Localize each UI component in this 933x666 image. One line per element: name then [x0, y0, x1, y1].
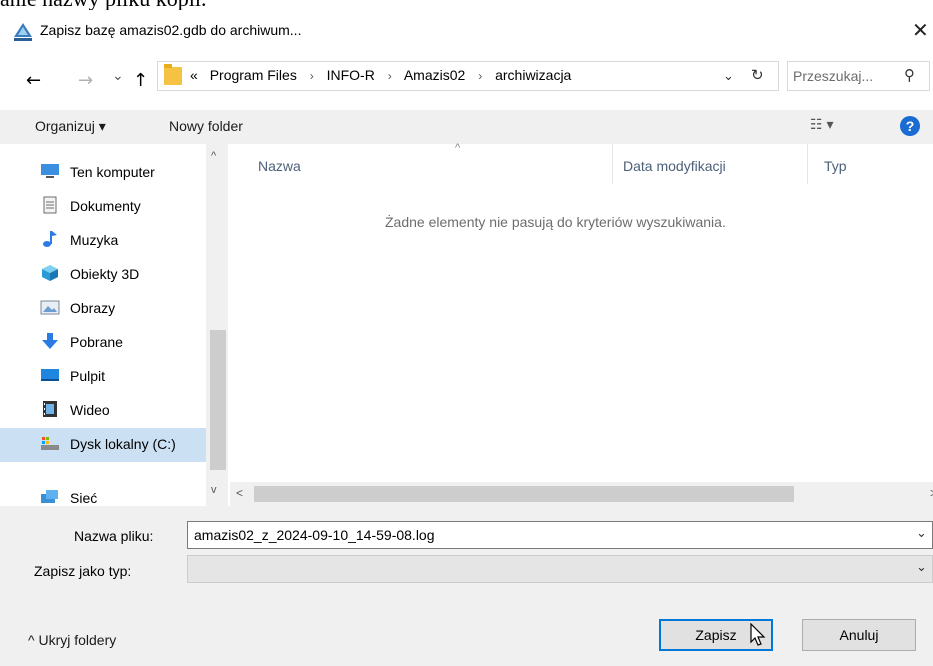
computer-icon [41, 164, 59, 178]
sidebar-item-label: Pobrane [70, 334, 123, 350]
scroll-up-icon[interactable]: ^ [211, 150, 216, 162]
breadcrumb-overflow[interactable]: « [190, 67, 198, 83]
desktop-icon [41, 369, 59, 381]
breadcrumb-amazis02[interactable]: Amazis02 [404, 67, 465, 83]
sidebar-item-desktop[interactable]: Pulpit [40, 360, 215, 394]
downloads-icon [42, 333, 58, 349]
filename-value[interactable]: amazis02_z_2024-09-10_14-59-08.log [194, 527, 435, 543]
cancel-button[interactable]: Anuluj [802, 619, 916, 651]
navigation-pane: Ten komputer Dokumenty Muzyka Obiekty 3D… [0, 144, 230, 516]
pictures-icon [40, 300, 60, 315]
column-divider[interactable] [807, 144, 808, 184]
column-header-type[interactable]: Typ [824, 158, 847, 174]
navigation-scrollbar[interactable]: ^ v [206, 144, 228, 516]
empty-list-message: Żadne elementy nie pasują do kryteriów w… [385, 214, 726, 230]
document-text-fragment: anie nazwy pliku kopii. [0, 0, 207, 11]
breadcrumb-info-r[interactable]: INFO-R [327, 67, 375, 83]
network-icon [41, 490, 58, 503]
mouse-pointer-icon [750, 623, 766, 646]
sidebar-item-this-pc[interactable]: Ten komputer [40, 156, 215, 190]
save-as-type-select[interactable]: ⌄ [187, 555, 933, 583]
chevron-down-icon[interactable]: ⌄ [916, 525, 927, 541]
toolbar: Organizuj ▾ Nowy folder ☷ ▾ ? [0, 110, 933, 144]
column-header-date[interactable]: Data modyfikacji [623, 158, 726, 174]
search-icon[interactable]: ⚲ [904, 66, 915, 84]
sidebar-item-pictures[interactable]: Obrazy [40, 292, 215, 326]
folder-icon [164, 64, 182, 85]
sidebar-item-label: Ten komputer [70, 164, 155, 180]
title-bar: Zapisz bazę amazis02.gdb do archiwum... … [0, 10, 933, 48]
recent-locations-icon[interactable]: ⌄ [112, 68, 124, 84]
file-list: ^ Nazwa Data modyfikacji Typ Żadne eleme… [230, 142, 933, 482]
sidebar-item-music[interactable]: Muzyka [40, 224, 215, 258]
close-icon[interactable]: ✕ [912, 18, 929, 42]
amazis-app-icon [14, 23, 32, 41]
sidebar-item-label: Muzyka [70, 232, 119, 248]
sidebar-item-label: Pulpit [70, 368, 106, 384]
hide-folders-button[interactable]: ^ Ukryj foldery [28, 632, 116, 648]
breadcrumb-program-files[interactable]: Program Files [210, 67, 297, 83]
back-icon[interactable]: ← [26, 70, 41, 91]
documents-icon [43, 196, 57, 214]
scrollbar-thumb[interactable] [254, 486, 794, 502]
drive-icon [41, 437, 59, 450]
chevron-down-icon[interactable]: ⌄ [916, 559, 927, 575]
sidebar-item-video[interactable]: Wideo [40, 394, 215, 428]
sidebar-item-downloads[interactable]: Pobrane [40, 326, 215, 360]
scroll-down-icon[interactable]: v [211, 484, 217, 496]
view-options-icon[interactable]: ☷ ▾ [810, 116, 833, 133]
sidebar-item-local-disk[interactable]: Dysk lokalny (C:) [0, 428, 206, 462]
sidebar-item-label: Dokumenty [70, 198, 141, 214]
sidebar-item-3d-objects[interactable]: Obiekty 3D [40, 258, 215, 292]
help-icon[interactable]: ? [900, 116, 920, 136]
refresh-icon[interactable]: ↻ [751, 66, 764, 84]
up-folder-icon[interactable]: ↑ [133, 70, 148, 91]
sort-ascending-icon: ^ [455, 142, 461, 154]
breadcrumb-archiwizacja[interactable]: archiwizacja [495, 67, 571, 83]
filename-field[interactable]: amazis02_z_2024-09-10_14-59-08.log ⌄ [187, 521, 933, 549]
save-dialog: Zapisz bazę amazis02.gdb do archiwum... … [0, 10, 933, 666]
video-icon [43, 401, 57, 417]
breadcrumb-separator[interactable]: › [310, 69, 314, 83]
dialog-footer: Nazwa pliku: amazis02_z_2024-09-10_14-59… [0, 506, 933, 666]
search-input[interactable]: Przeszukaj... [793, 68, 873, 84]
new-folder-button[interactable]: Nowy folder [169, 118, 243, 134]
breadcrumb-separator[interactable]: › [388, 69, 392, 83]
sidebar-item-label: Obiekty 3D [70, 266, 140, 282]
breadcrumb-separator[interactable]: › [478, 69, 482, 83]
scroll-left-icon[interactable]: < [236, 486, 243, 500]
window-title: Zapisz bazę amazis02.gdb do archiwum... [40, 22, 302, 38]
sidebar-item-label: Dysk lokalny (C:) [70, 436, 176, 452]
save-as-type-label: Zapisz jako typ: [34, 563, 132, 579]
sidebar-item-documents[interactable]: Dokumenty [40, 190, 215, 224]
sidebar-item-label: Sieć [70, 490, 98, 506]
address-bar[interactable]: « Program Files › INFO-R › Amazis02 › ar… [157, 61, 779, 91]
breadcrumb: « Program Files › INFO-R › Amazis02 › ar… [190, 67, 571, 83]
music-icon [43, 231, 57, 247]
file-list-hscrollbar[interactable]: < > [230, 482, 933, 506]
forward-icon[interactable]: → [78, 70, 93, 91]
search-box[interactable]: Przeszukaj... ⚲ [787, 61, 930, 91]
column-divider[interactable] [612, 144, 613, 184]
objects-3d-icon [42, 265, 58, 281]
scrollbar-thumb[interactable] [210, 330, 226, 470]
organize-menu-button[interactable]: Organizuj ▾ [35, 118, 106, 135]
column-header-name[interactable]: Nazwa [258, 158, 301, 174]
sidebar-item-label: Wideo [70, 402, 110, 418]
sidebar-item-label: Obrazy [70, 300, 116, 316]
address-dropdown-icon[interactable]: ⌄ [723, 68, 734, 84]
filename-label: Nazwa pliku: [74, 528, 154, 544]
